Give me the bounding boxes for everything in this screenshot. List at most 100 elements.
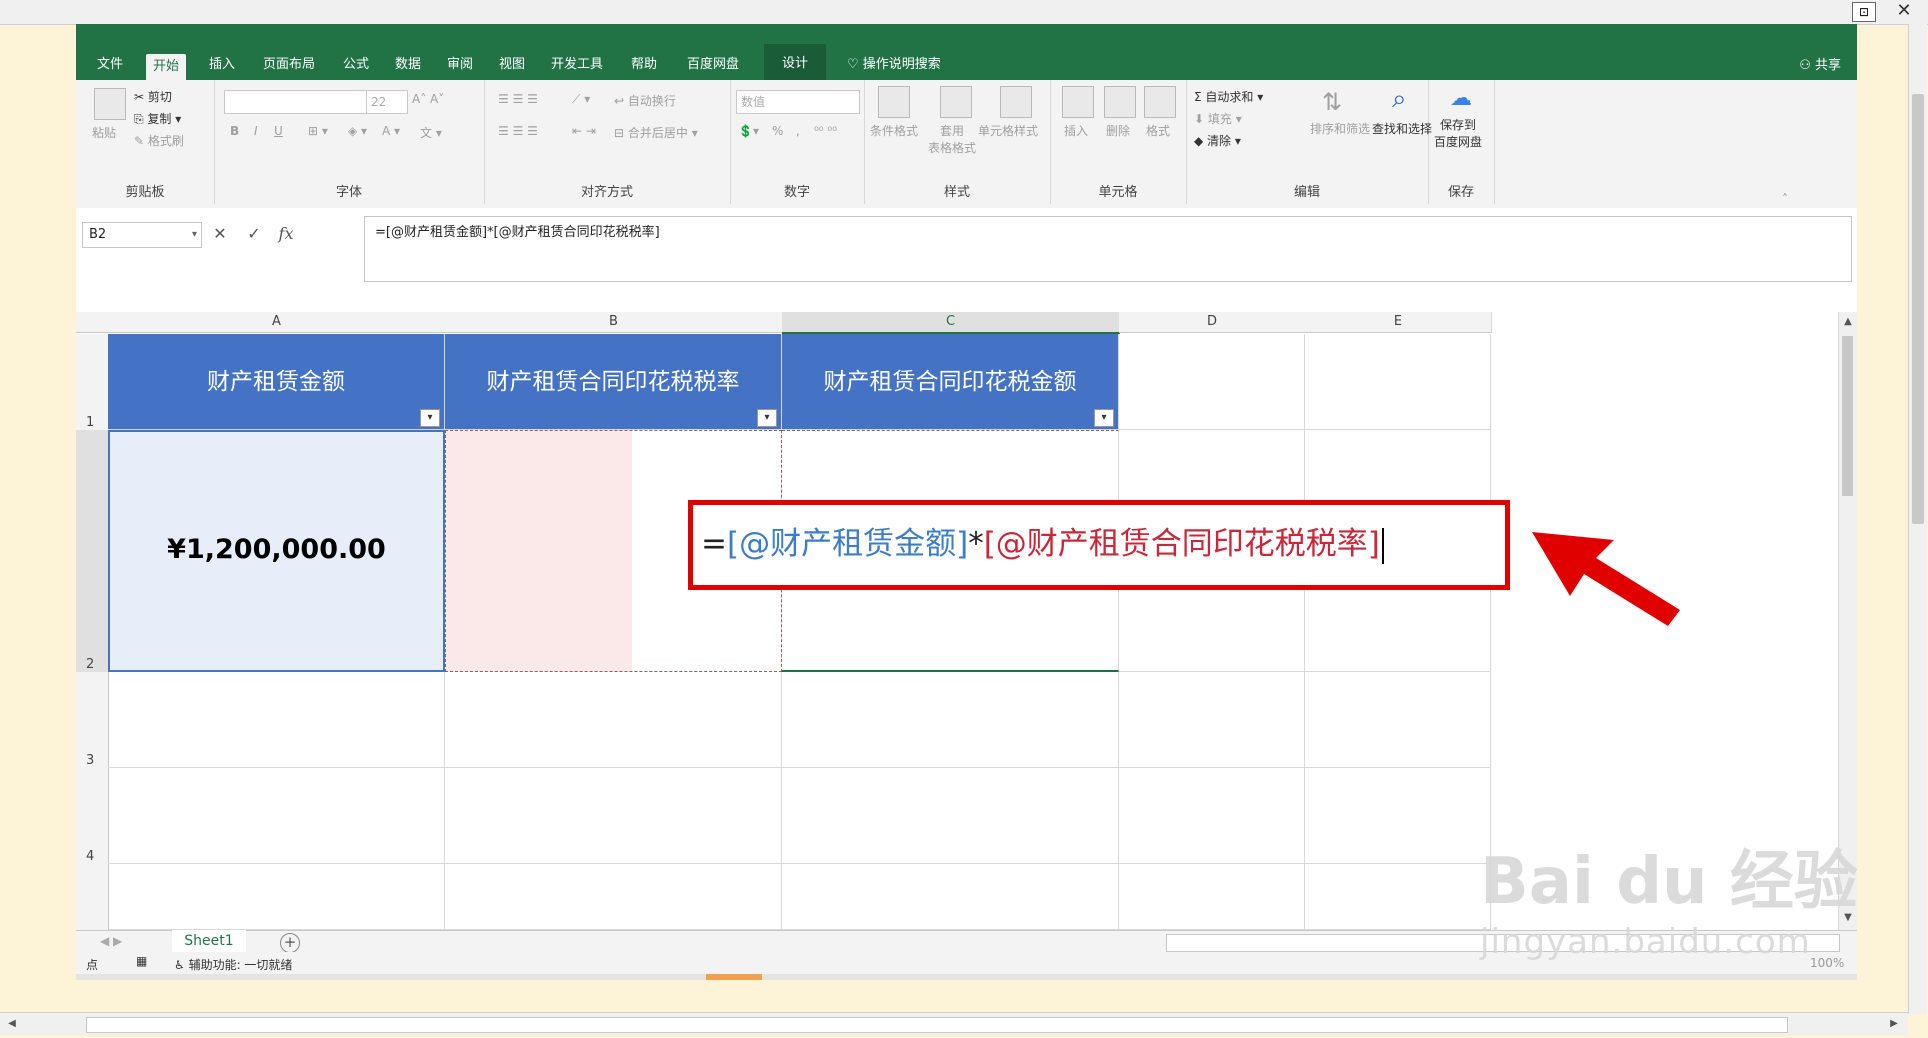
accessibility-status[interactable]: ♿ 辅助功能: 一切就绪 (174, 956, 292, 973)
cell-e1[interactable] (1305, 334, 1491, 430)
tab-design[interactable]: 设计 (764, 44, 827, 80)
insert-cells-icon[interactable] (1062, 86, 1094, 118)
clear-button[interactable]: ◆ 清除 ▾ (1194, 132, 1241, 149)
sheet-nav-icons[interactable]: ◀ ▶ (100, 934, 122, 948)
insert-function-icon[interactable]: fx (274, 222, 298, 246)
underline-button[interactable]: U (274, 124, 283, 138)
find-select-button[interactable]: 查找和选择 (1372, 120, 1432, 137)
row-header-4[interactable]: 4 (76, 768, 109, 865)
align-left-icons[interactable]: ☰ ☰ ☰ (498, 124, 538, 138)
format-cells-button[interactable]: 格式 (1146, 122, 1170, 139)
autosum-button[interactable]: Σ 自动求和 ▾ (1194, 88, 1263, 105)
table-format-button[interactable]: 套用 表格格式 (928, 122, 976, 156)
column-header-c[interactable]: C (782, 312, 1120, 334)
insert-cells-button[interactable]: 插入 (1064, 122, 1088, 139)
conditional-format-icon[interactable] (878, 86, 910, 118)
table-header-cell[interactable]: 财产租赁金额 ▾ (108, 334, 445, 430)
outer-hscroll-thumb[interactable] (86, 1017, 1788, 1033)
table-header-cell[interactable]: 财产租赁合同印花税金额 ▾ (782, 334, 1119, 430)
tab-review[interactable]: 审阅 (440, 52, 480, 78)
tab-formulas[interactable]: 公式 (336, 52, 376, 78)
cell-d3[interactable] (1119, 672, 1305, 768)
sheet-tab-sheet1[interactable]: Sheet1 (172, 930, 246, 954)
wrap-text-button[interactable]: ↩ 自动换行 (614, 92, 676, 109)
conditional-format-button[interactable]: 条件格式 (870, 122, 918, 139)
share-button[interactable]: ⚇ 共享 (1799, 54, 1841, 73)
cell-d4[interactable] (1119, 768, 1305, 864)
scroll-up-icon[interactable]: ▲ (1840, 314, 1856, 330)
add-sheet-button[interactable]: + (280, 933, 300, 953)
indent-icons[interactable]: ⇤ ⇥ (572, 124, 596, 138)
column-header-b[interactable]: B (445, 312, 783, 333)
format-cells-icon[interactable] (1144, 86, 1176, 118)
font-size-select[interactable]: 22 (366, 90, 408, 114)
tab-baidu-netdisk[interactable]: 百度网盘 (680, 52, 746, 78)
percent-button[interactable]: % (772, 124, 783, 138)
tab-page-layout[interactable]: 页面布局 (256, 52, 322, 78)
column-header-e[interactable]: E (1305, 312, 1492, 333)
fill-color-icon[interactable]: ◈ ▾ (348, 124, 367, 138)
cell-b4[interactable] (445, 768, 782, 864)
tab-data[interactable]: 数据 (388, 52, 428, 78)
cancel-icon[interactable]: ✕ (208, 222, 232, 246)
bold-button[interactable]: B (230, 124, 239, 138)
align-top-icons[interactable]: ☰ ☰ ☰ (498, 92, 538, 106)
tab-developer[interactable]: 开发工具 (544, 52, 610, 78)
copy-button[interactable]: ⎘ 复制 ▾ (134, 110, 181, 127)
sheet-vscroll-thumb[interactable] (1842, 336, 1853, 496)
currency-icon[interactable]: 💲▾ (738, 124, 759, 138)
filter-dropdown-icon[interactable]: ▾ (757, 409, 777, 427)
italic-button[interactable]: I (254, 124, 258, 138)
tell-me-search[interactable]: ♡ 操作说明搜索 (840, 52, 948, 78)
scroll-right-icon[interactable]: ▶ (1886, 1016, 1902, 1032)
row-header-3[interactable]: 3 (76, 672, 109, 769)
filter-dropdown-icon[interactable]: ▾ (420, 409, 440, 427)
row-header-2[interactable]: 2 (76, 430, 109, 673)
close-window-button[interactable]: ✕ (1888, 0, 1920, 22)
in-cell-formula-editor[interactable]: =[@财产租赁金额]*[@财产租赁合同印花税税率] (688, 500, 1510, 590)
tab-insert[interactable]: 插入 (202, 52, 242, 78)
sort-filter-button[interactable]: 排序和筛选 (1310, 120, 1370, 137)
font-color-icon[interactable]: A ▾ (382, 124, 400, 138)
decimal-icons[interactable]: ⁰⁰ ⁰⁰ (814, 124, 837, 138)
tab-file[interactable]: 文件 (90, 52, 130, 78)
cell-a3[interactable] (108, 672, 445, 768)
delete-cells-icon[interactable] (1104, 86, 1136, 118)
tab-help[interactable]: 帮助 (624, 52, 664, 78)
orientation-icon[interactable]: ⟋ ▾ (572, 92, 590, 107)
fill-button[interactable]: ⬇ 填充 ▾ (1194, 110, 1242, 127)
enter-icon[interactable]: ✓ (242, 222, 266, 246)
column-header-a[interactable]: A (108, 312, 446, 333)
cell-b5[interactable] (445, 864, 782, 930)
cell-a4[interactable] (108, 768, 445, 864)
table-header-cell[interactable]: 财产租赁合同印花税税率 ▾ (445, 334, 782, 430)
collapse-ribbon-icon[interactable]: ˄ (1782, 192, 1788, 206)
save-to-netdisk-button[interactable]: 保存到 百度网盘 (1434, 116, 1482, 150)
filter-dropdown-icon[interactable]: ▾ (1094, 409, 1114, 427)
delete-cells-button[interactable]: 删除 (1106, 122, 1130, 139)
cell-b3[interactable] (445, 672, 782, 768)
cell-a2[interactable]: ¥1,200,000.00 (108, 430, 445, 672)
cut-button[interactable]: ✂ 剪切 (134, 88, 172, 105)
number-format-select[interactable]: 数值 (736, 90, 860, 114)
select-all-corner[interactable] (76, 312, 109, 333)
name-box[interactable]: B2 (82, 222, 202, 248)
cell-c3[interactable] (782, 672, 1119, 768)
cell-c4[interactable] (782, 768, 1119, 864)
cell-e4[interactable] (1305, 768, 1491, 864)
tab-view[interactable]: 视图 (492, 52, 532, 78)
cell-d1[interactable] (1119, 334, 1305, 430)
column-header-d[interactable]: D (1119, 312, 1306, 333)
cell-d5[interactable] (1119, 864, 1305, 930)
cell-c5[interactable] (782, 864, 1119, 930)
table-format-icon[interactable] (940, 86, 972, 118)
format-painter-button[interactable]: ✎ 格式刷 (134, 132, 184, 149)
tab-home[interactable]: 开始 (146, 54, 187, 80)
outer-vscroll-thumb[interactable] (1912, 94, 1924, 524)
cell-e5[interactable] (1305, 864, 1491, 930)
increase-font-icon[interactable]: A˄ A˅ (412, 92, 444, 106)
paste-icon[interactable] (94, 88, 126, 120)
outer-vertical-scrollbar[interactable] (1908, 24, 1927, 1014)
cell-styles-icon[interactable] (1000, 86, 1032, 118)
macro-record-icon[interactable]: ▦ (136, 954, 147, 968)
